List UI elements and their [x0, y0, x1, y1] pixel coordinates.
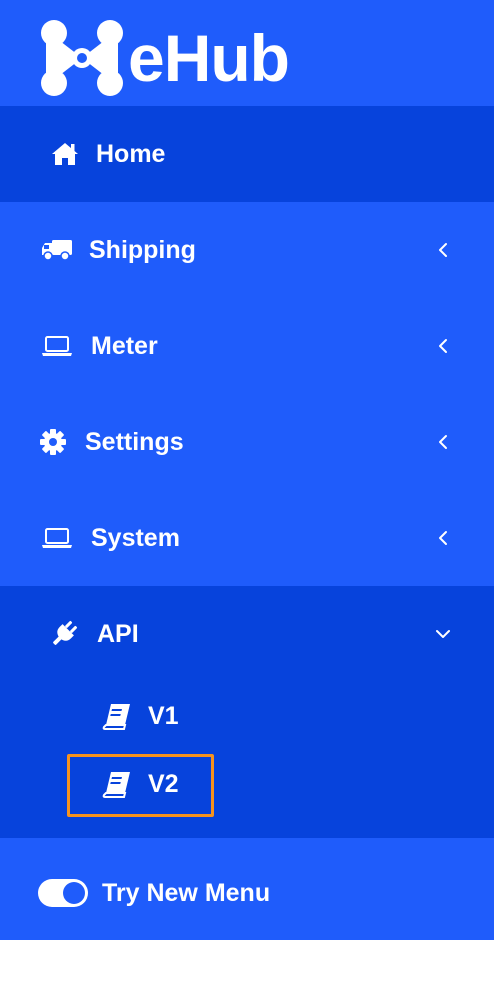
home-icon: [48, 137, 82, 171]
try-new-menu-label[interactable]: Try New Menu: [102, 879, 270, 908]
sidebar-item-shipping[interactable]: Shipping: [0, 202, 494, 298]
selection-highlight: [67, 754, 214, 817]
sidebar-item-label: Meter: [91, 331, 158, 360]
sidebar-item-label: Home: [96, 139, 166, 168]
sidebar-item-api[interactable]: API: [0, 586, 494, 682]
chevron-left-icon: [439, 243, 447, 257]
chevron-left-icon: [439, 531, 447, 545]
laptop-icon: [40, 521, 74, 555]
sidebar-item-label: Shipping: [89, 235, 196, 264]
submenu-item-label: V1: [148, 701, 179, 730]
ehub-logo-icon: [41, 20, 123, 96]
sidebar-item-home[interactable]: Home: [0, 106, 494, 202]
submenu-item-v1[interactable]: V1: [0, 686, 494, 746]
sidebar-item-label: API: [97, 619, 139, 648]
book-icon: [102, 704, 130, 730]
chevron-left-icon: [439, 435, 447, 449]
sidebar-item-label: Settings: [85, 427, 184, 456]
plug-icon: [48, 617, 80, 651]
sidebar-item-system[interactable]: System: [0, 490, 494, 586]
try-new-menu-toggle[interactable]: [38, 879, 88, 907]
brand-logo[interactable]: eHub: [40, 18, 310, 98]
sidebar: eHub Home Shipping Meter Settings System…: [0, 0, 494, 940]
chevron-down-icon: [436, 630, 450, 638]
laptop-icon: [40, 329, 74, 363]
sidebar-item-settings[interactable]: Settings: [0, 394, 494, 490]
truck-icon: [40, 233, 74, 267]
brand-name: eHub: [128, 21, 290, 95]
chevron-left-icon: [439, 339, 447, 353]
sidebar-item-meter[interactable]: Meter: [0, 298, 494, 394]
toggle-knob: [63, 882, 85, 904]
gear-icon: [38, 425, 68, 459]
sidebar-item-label: System: [91, 523, 180, 552]
try-new-menu-row: Try New Menu: [0, 846, 494, 940]
